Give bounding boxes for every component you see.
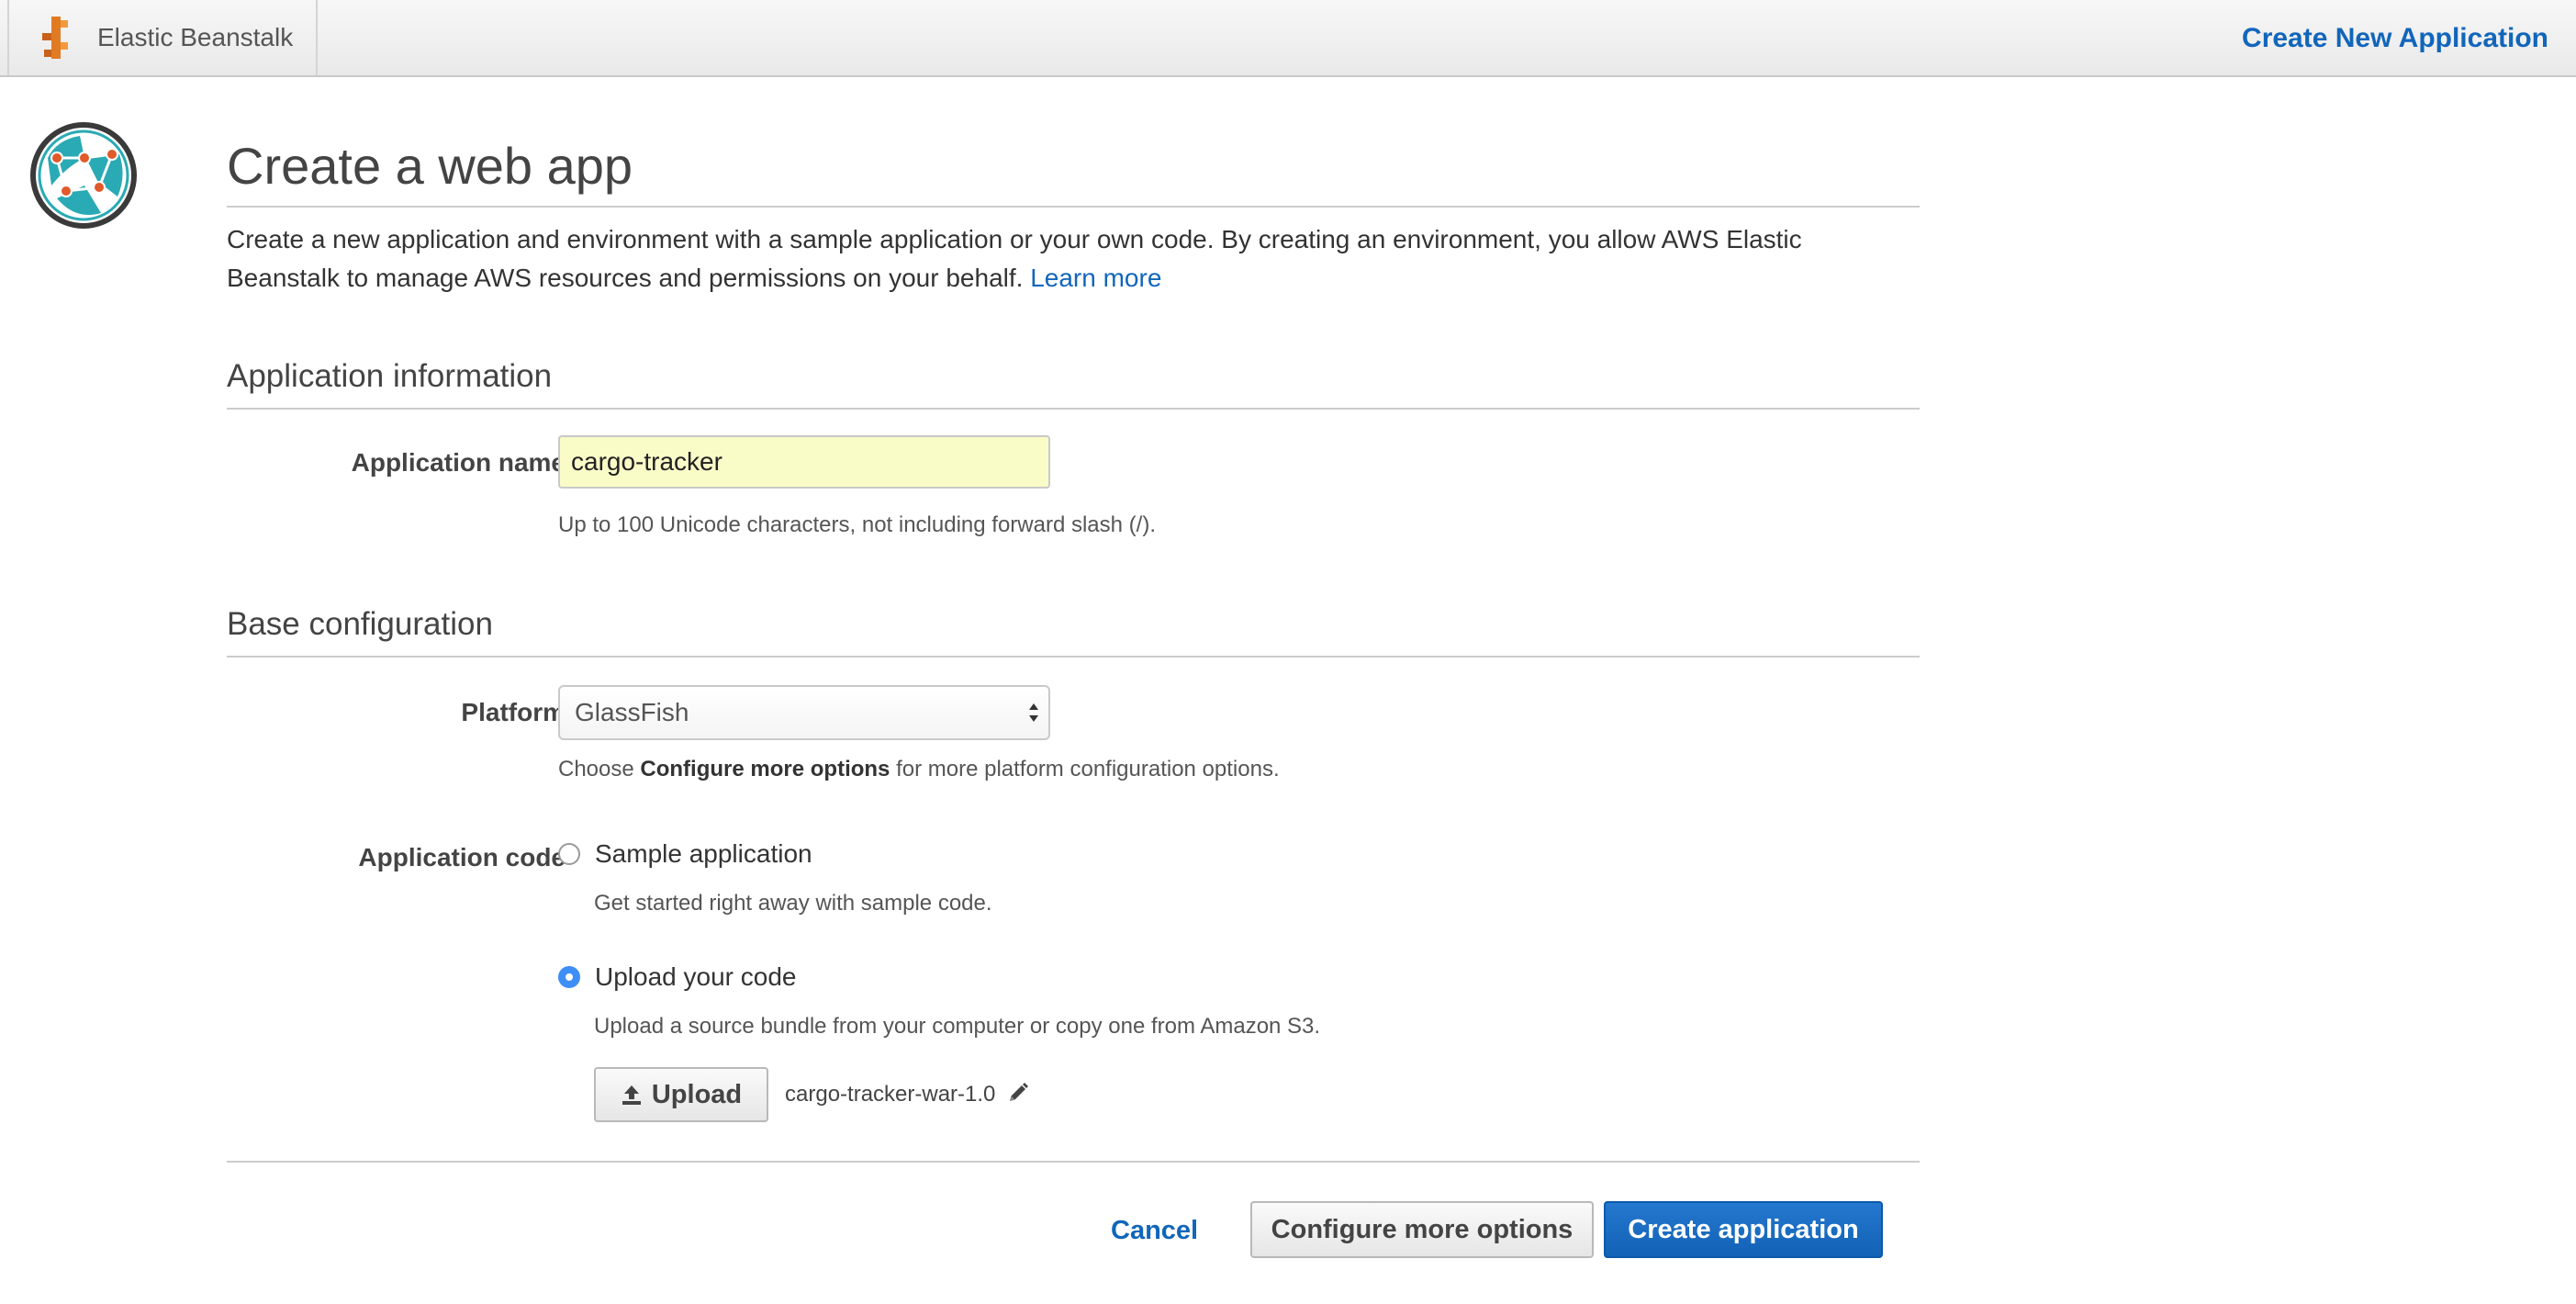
radio-upload-your-code[interactable]: Upload your code bbox=[558, 962, 796, 992]
radio-button-unchecked[interactable] bbox=[558, 843, 580, 865]
create-application-button[interactable]: Create application bbox=[1604, 1201, 1883, 1258]
platform-selected-value: GlassFish bbox=[575, 698, 689, 726]
main-content: Create a web app Create a new applicatio… bbox=[227, 127, 1920, 1258]
configure-more-options-button[interactable]: Configure more options bbox=[1250, 1201, 1594, 1258]
platform-select[interactable]: GlassFish bbox=[558, 685, 1050, 740]
upload-your-code-description: Upload a source bundle from your compute… bbox=[594, 1014, 1321, 1039]
platform-help-suffix: for more platform configuration options. bbox=[896, 757, 1280, 781]
radio-label-upload-your-code: Upload your code bbox=[595, 962, 797, 991]
create-new-application-link[interactable]: Create New Application bbox=[2242, 0, 2548, 75]
platform-label: Platform bbox=[461, 698, 566, 726]
application-name-input[interactable] bbox=[558, 435, 1050, 489]
uploaded-file-name: cargo-tracker-war-1.0 bbox=[785, 1082, 996, 1107]
upload-icon bbox=[622, 1085, 641, 1105]
brand-name: Elastic Beanstalk bbox=[97, 23, 294, 51]
application-name-help: Up to 100 Unicode characters, not includ… bbox=[558, 512, 1156, 537]
learn-more-link[interactable]: Learn more bbox=[1030, 264, 1161, 292]
pencil-edit-icon[interactable] bbox=[1007, 1082, 1029, 1104]
section-title-application-information: Application information bbox=[227, 358, 1920, 410]
platform-help: Choose Configure more options for more p… bbox=[558, 757, 1280, 782]
footer-divider bbox=[227, 1161, 1920, 1163]
application-name-label: Application name bbox=[351, 448, 566, 477]
application-code-label: Application code bbox=[358, 843, 566, 871]
radio-label-sample-application: Sample application bbox=[595, 839, 812, 868]
radio-button-checked[interactable] bbox=[558, 966, 580, 988]
upload-button[interactable]: Upload bbox=[594, 1067, 768, 1122]
page-title: Create a web app bbox=[227, 127, 1920, 208]
elastic-beanstalk-logo-icon bbox=[42, 17, 68, 59]
globe-network-icon bbox=[30, 122, 137, 229]
intro-text: Create a new application and environment… bbox=[227, 220, 1861, 298]
platform-help-prefix: Choose bbox=[558, 757, 634, 781]
platform-help-bold: Configure more options bbox=[640, 757, 890, 781]
upload-button-label: Upload bbox=[651, 1079, 743, 1109]
select-arrows-icon bbox=[1029, 703, 1038, 722]
section-title-base-configuration: Base configuration bbox=[227, 606, 1920, 658]
intro-description: Create a new application and environment… bbox=[227, 225, 1802, 292]
sample-application-description: Get started right away with sample code. bbox=[594, 891, 992, 916]
brand[interactable]: Elastic Beanstalk bbox=[7, 0, 318, 75]
radio-sample-application[interactable]: Sample application bbox=[558, 839, 812, 869]
top-navigation-bar: Elastic Beanstalk Create New Application bbox=[0, 0, 2576, 77]
cancel-button[interactable]: Cancel bbox=[1111, 1216, 1198, 1246]
